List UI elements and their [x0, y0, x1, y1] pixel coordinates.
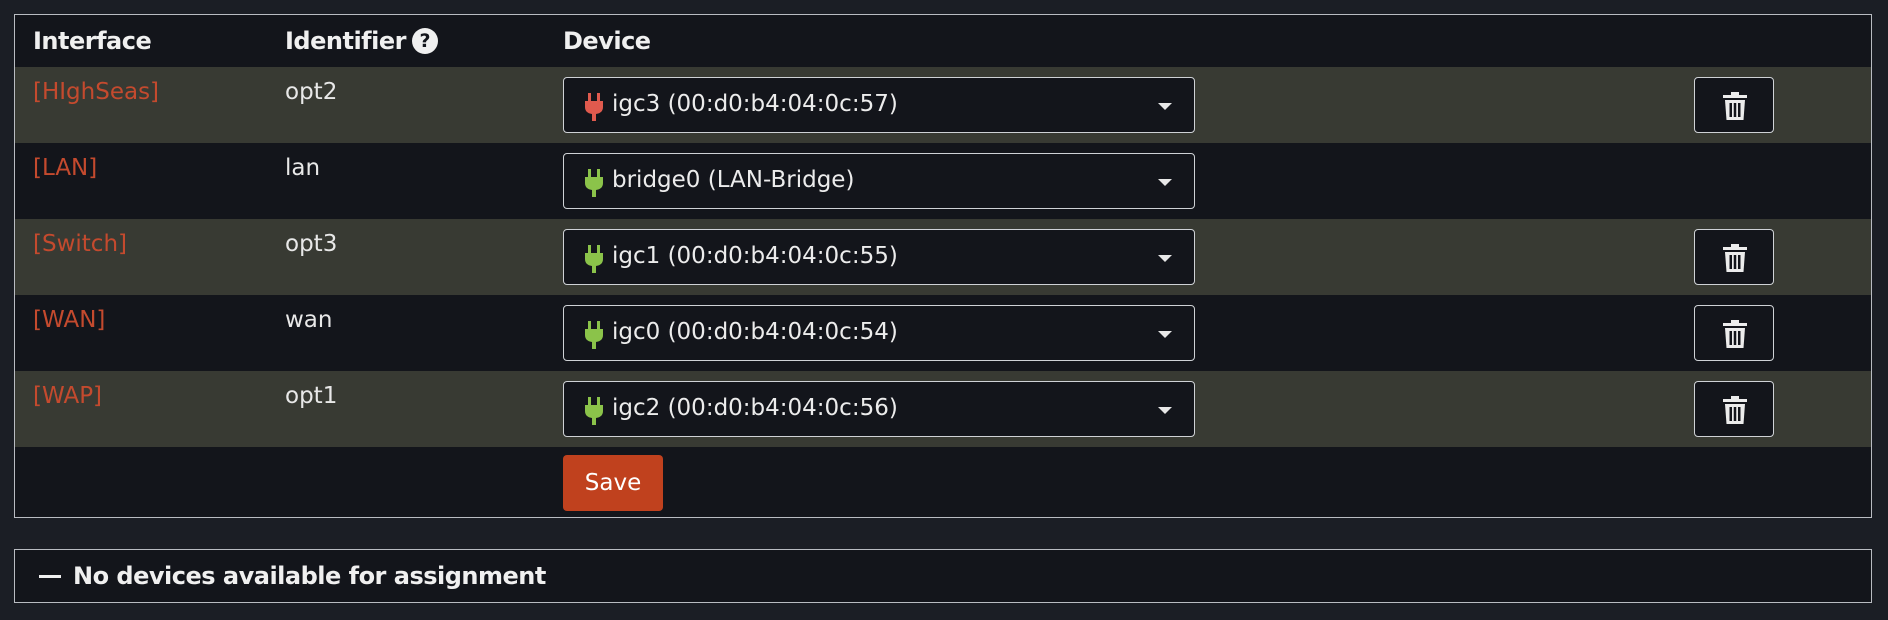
- identifier-column-header: Identifier?: [285, 27, 438, 55]
- device-select-value: igc3 (00:d0:b4:04:0c:57): [612, 91, 898, 117]
- identifier-text: opt1: [285, 383, 338, 409]
- identifier-text: wan: [285, 307, 333, 333]
- identifier-text: opt3: [285, 231, 338, 257]
- interface-link[interactable]: [LAN]: [33, 155, 97, 181]
- identifier-text: lan: [285, 155, 321, 181]
- identifier-header-label: Identifier: [285, 27, 406, 55]
- table-header: Interface Identifier? Device: [15, 15, 1871, 67]
- plug-icon: [585, 321, 603, 349]
- interface-link[interactable]: [WAP]: [33, 383, 102, 409]
- interface-assignments-panel: Interface Identifier? Device [HIghSeas] …: [14, 14, 1872, 518]
- chevron-down-icon: [1158, 331, 1172, 338]
- interface-link[interactable]: [Switch]: [33, 231, 127, 257]
- interface-link[interactable]: [WAN]: [33, 307, 105, 333]
- chevron-down-icon: [1158, 255, 1172, 262]
- help-icon[interactable]: ?: [411, 28, 438, 54]
- device-select-value: igc0 (00:d0:b4:04:0c:54): [612, 319, 898, 345]
- save-button[interactable]: Save: [563, 455, 663, 511]
- chevron-down-icon: [1158, 103, 1172, 110]
- table-row: [WAN] wan igc0 (00:d0:b4:04:0c:54): [15, 295, 1871, 371]
- delete-button[interactable]: [1694, 229, 1774, 285]
- delete-button[interactable]: [1694, 77, 1774, 133]
- device-select[interactable]: igc0 (00:d0:b4:04:0c:54): [563, 305, 1195, 361]
- plug-icon: [585, 169, 603, 197]
- chevron-down-icon: [1158, 179, 1172, 186]
- delete-button[interactable]: [1694, 381, 1774, 437]
- interface-column-header: Interface: [33, 27, 152, 55]
- device-column-header: Device: [563, 27, 651, 55]
- table-row: [Switch] opt3 igc1 (00:d0:b4:04:0c:55): [15, 219, 1871, 295]
- device-select[interactable]: igc2 (00:d0:b4:04:0c:56): [563, 381, 1195, 437]
- device-select[interactable]: igc3 (00:d0:b4:04:0c:57): [563, 77, 1195, 133]
- unassigned-devices-panel[interactable]: No devices available for assignment: [14, 549, 1872, 603]
- table-row: [WAP] opt1 igc2 (00:d0:b4:04:0c:56): [15, 371, 1871, 447]
- trash-icon: [1723, 320, 1747, 348]
- trash-icon: [1723, 244, 1747, 272]
- interface-link[interactable]: [HIghSeas]: [33, 79, 159, 105]
- table-row: [HIghSeas] opt2 igc3 (00:d0:b4:04:0c:57): [15, 67, 1871, 143]
- device-select-value: igc2 (00:d0:b4:04:0c:56): [612, 395, 898, 421]
- chevron-down-icon: [1158, 407, 1172, 414]
- unassigned-devices-title: No devices available for assignment: [73, 562, 546, 590]
- trash-icon: [1723, 396, 1747, 424]
- device-select-value: igc1 (00:d0:b4:04:0c:55): [612, 243, 898, 269]
- device-select[interactable]: igc1 (00:d0:b4:04:0c:55): [563, 229, 1195, 285]
- plug-icon: [585, 245, 603, 273]
- collapse-minus-icon[interactable]: [39, 575, 61, 578]
- device-select-value: bridge0 (LAN-Bridge): [612, 167, 855, 193]
- device-select[interactable]: bridge0 (LAN-Bridge): [563, 153, 1195, 209]
- trash-icon: [1723, 92, 1747, 120]
- identifier-text: opt2: [285, 79, 338, 105]
- delete-button[interactable]: [1694, 305, 1774, 361]
- plug-icon: [585, 93, 603, 121]
- plug-icon: [585, 397, 603, 425]
- table-row: [LAN] lan bridge0 (LAN-Bridge): [15, 143, 1871, 219]
